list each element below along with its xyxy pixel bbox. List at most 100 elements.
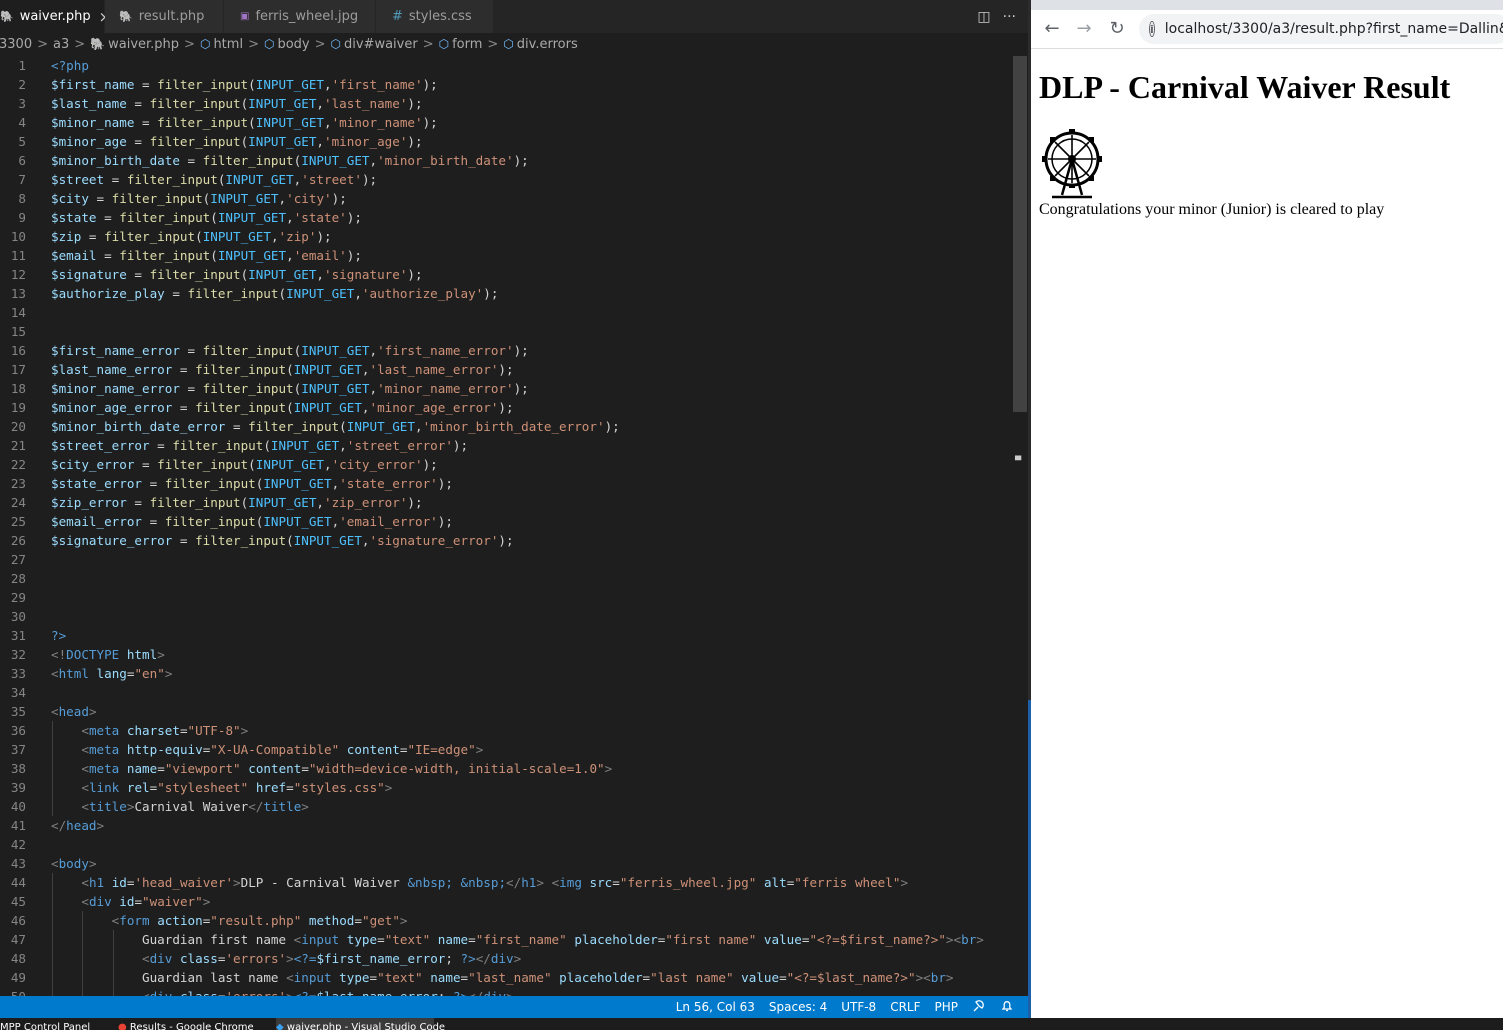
code-line[interactable]: 49 Guardian last name <input type="text"… [0,968,1012,987]
code-line[interactable]: 3 $last_name = filter_input(INPUT_GET,'la… [0,94,1012,113]
code-line[interactable]: 39 <link rel="stylesheet" href="styles.c… [0,778,1012,797]
breadcrumb-item[interactable]: a3 [53,37,69,52]
code-line[interactable]: 11 $email = filter_input(INPUT_GET,'email… [0,246,1012,265]
code-line[interactable]: 43 <body> [0,854,1012,873]
code-line[interactable]: 18 $minor_name_error = filter_input(INPUT… [0,379,1012,398]
code-line[interactable]: 45 <div id="waiver"> [0,892,1012,911]
code-token: alt [763,875,787,890]
address-bar[interactable]: i localhost/3300/a3/result.php?first_nam… [1139,14,1503,44]
code-line[interactable]: 1 <?php [0,56,1012,75]
code-token: 'minor_name_error' [377,381,514,396]
code-line[interactable]: 15 [0,322,1012,341]
code-token: href [255,780,287,795]
code-line[interactable]: 41 </head> [0,816,1012,835]
tab-ferris-wheel-jpg[interactable]: ▣ ferris_wheel.jpg [224,0,376,33]
code-token: filter_input [157,457,249,472]
bell-icon[interactable] [1000,999,1014,1016]
code-line[interactable]: 24 $zip_error = filter_input(INPUT_GET,'z… [0,493,1012,512]
code-line[interactable]: 22 $city_error = filter_input(INPUT_GET,'… [0,455,1012,474]
breadcrumb-separator: > [422,36,434,52]
code-editor[interactable]: 🐘 waiver.php × 🐘 result.php ▣ ferris_whe… [0,0,1028,1018]
code-line[interactable]: 35 <head> [0,702,1012,721]
code-line[interactable]: 48 <div class='errors'><?=$first_name_er… [0,949,1012,968]
code-line[interactable]: 26 $signature_error = filter_input(INPUT_… [0,531,1012,550]
code-line[interactable]: 8 $city = filter_input(INPUT_GET,'city'); [0,189,1012,208]
encoding-setting[interactable]: UTF-8 [841,1000,876,1014]
code-token: $minor_name_error [51,381,180,396]
code-token: , [324,457,332,472]
code-line[interactable]: 14 [0,303,1012,322]
breadcrumb-item[interactable]: ⬡ div.errors [503,37,577,52]
code-line[interactable]: 47 Guardian first name <input type="text… [0,930,1012,949]
code-token: INPUT_GET [255,115,324,130]
back-arrow-icon[interactable]: ← [1041,18,1063,40]
more-actions-icon[interactable]: ··· [1003,9,1016,25]
breadcrumb-item[interactable]: ⬡ html [200,37,243,52]
code-line[interactable]: 7 $street = filter_input(INPUT_GET,'stree… [0,170,1012,189]
code-line[interactable]: 16 $first_name_error = filter_input(INPUT… [0,341,1012,360]
split-editor-icon[interactable]: ◫ [977,9,990,25]
code-line[interactable]: 2 $first_name = filter_input(INPUT_GET,'f… [0,75,1012,94]
code-line[interactable]: 28 [0,569,1012,588]
code-line[interactable]: 31 ?> [0,626,1012,645]
feedback-icon[interactable] [972,999,986,1016]
code-line[interactable]: 25 $email_error = filter_input(INPUT_GET,… [0,512,1012,531]
code-line[interactable]: 17 $last_name_error = filter_input(INPUT_… [0,360,1012,379]
code-line[interactable]: 33 <html lang="en"> [0,664,1012,683]
breadcrumb-item[interactable]: 🐘 waiver.php [90,37,179,52]
code-line[interactable]: 29 [0,588,1012,607]
code-line[interactable]: 44 <h1 id='head_waiver'>DLP - Carnival W… [0,873,1012,892]
code-line[interactable]: 27 [0,550,1012,569]
breadcrumb-item[interactable]: ⬡ div#waiver [331,37,418,52]
code-line[interactable]: 30 [0,607,1012,626]
code-line[interactable]: 38 <meta name="viewport" content="width=… [0,759,1012,778]
code-line[interactable]: 13 $authorize_play = filter_input(INPUT_G… [0,284,1012,303]
site-info-icon[interactable]: i [1149,21,1155,37]
editor-scrollbar-thumb[interactable] [1013,56,1027,412]
code-token: < [81,875,89,890]
tab-waiver-php[interactable]: 🐘 waiver.php × [0,0,111,33]
breadcrumb-item[interactable]: ⬡ form [439,37,483,52]
code-line[interactable]: 4 $minor_name = filter_input(INPUT_GET,'m… [0,113,1012,132]
code-line[interactable]: 37 <meta http-equiv="X-UA-Compatible" co… [0,740,1012,759]
line-number: 9 [18,210,26,225]
code-line[interactable]: 40 <title>Carnival Waiver</title> [0,797,1012,816]
code-token: filter_input [104,229,196,244]
code-line[interactable]: 20 $minor_birth_date_error = filter_input… [0,417,1012,436]
code-area[interactable]: 1 <?php 2 $first_name = filter_input(INPUT_… [0,54,1012,996]
tab-styles-css[interactable]: # styles.css [376,0,494,33]
code-token: , [324,115,332,130]
taskbar-item-vscode[interactable]: ◆ waiver.php - Visual Studio Code [276,1018,445,1030]
breadcrumb-item[interactable]: 3300 [0,37,32,52]
code-token: , [361,533,370,548]
cursor-position[interactable]: Ln 56, Col 63 [676,1000,755,1014]
code-line[interactable]: 5 $minor_age = filter_input(INPUT_GET,'mi… [0,132,1012,151]
code-line[interactable]: 36 <meta charset="UTF-8"> [0,721,1012,740]
forward-arrow-icon[interactable]: → [1073,18,1095,40]
code-line[interactable]: 42 [0,835,1012,854]
taskbar-item-control-panel[interactable]: MPP Control Panel [0,1018,110,1030]
code-line[interactable]: 46 <form action="result.php" method="get… [0,911,1012,930]
eol-setting[interactable]: CRLF [890,1000,920,1014]
reload-icon[interactable]: ↻ [1106,18,1128,40]
tab-result-php[interactable]: 🐘 result.php [105,0,224,33]
code-token: "<?=$last_name?>" [786,970,916,985]
code-line[interactable]: 50 <div class='errors'><?=$last_name_err… [0,987,1012,996]
code-line[interactable]: 10 $zip = filter_input(INPUT_GET,'zip'); [0,227,1012,246]
code-line[interactable]: 23 $state_error = filter_input(INPUT_GET,… [0,474,1012,493]
code-line[interactable]: 12 $signature = filter_input(INPUT_GET,'s… [0,265,1012,284]
breadcrumb-separator: > [314,36,326,52]
taskbar-item-chrome[interactable]: ● Results - Google Chrome [118,1018,268,1030]
breadcrumb-item[interactable]: ⬡ body [264,37,310,52]
code-line[interactable]: 21 $street_error = filter_input(INPUT_GET… [0,436,1012,455]
code-line[interactable]: 32 <!DOCTYPE html> [0,645,1012,664]
code-token: ); [407,96,423,111]
code-line[interactable]: 19 $minor_age_error = filter_input(INPUT_… [0,398,1012,417]
code-token: "get" [361,913,400,928]
url-text[interactable]: localhost/3300/a3/result.php?first_name=… [1165,21,1503,37]
code-line[interactable]: 6 $minor_birth_date = filter_input(INPUT_… [0,151,1012,170]
code-line[interactable]: 34 [0,683,1012,702]
indentation-setting[interactable]: Spaces: 4 [769,1000,827,1014]
language-mode[interactable]: PHP [935,1000,959,1014]
code-line[interactable]: 9 $state = filter_input(INPUT_GET,'state'… [0,208,1012,227]
